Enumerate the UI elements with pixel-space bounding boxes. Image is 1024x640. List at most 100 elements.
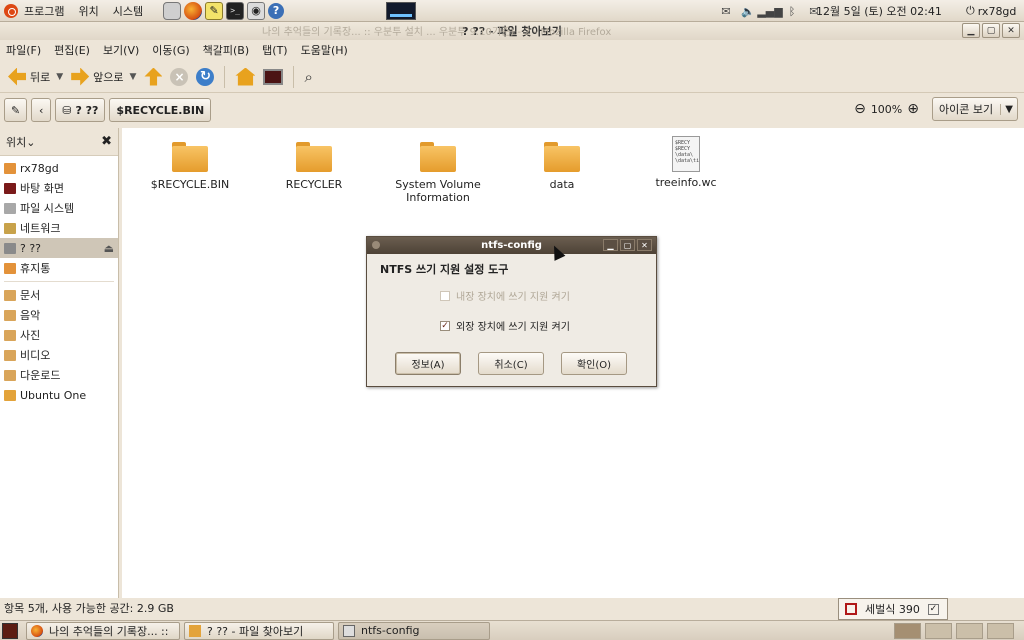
up-button[interactable] bbox=[140, 64, 166, 90]
workspace-2[interactable] bbox=[925, 623, 952, 639]
volume-icon[interactable]: 🔈 bbox=[741, 4, 755, 18]
window-menu-icon[interactable] bbox=[372, 241, 380, 249]
reload-icon: ↻ bbox=[196, 67, 215, 86]
taskbar-item-file-browser[interactable]: ? ?? - 파일 찾아보기 bbox=[184, 621, 334, 640]
menu-places[interactable]: 위치 bbox=[78, 3, 98, 19]
minimize-icon[interactable]: ▁ bbox=[962, 23, 980, 38]
back-arrow-icon bbox=[8, 67, 26, 86]
eject-icon[interactable]: ⏏ bbox=[104, 242, 114, 255]
file-item-system-volume[interactable]: System Volume Information bbox=[378, 142, 498, 204]
menu-view[interactable]: 보기(V) bbox=[103, 42, 139, 58]
sidebar-item-downloads[interactable]: 다운로드 bbox=[0, 365, 118, 385]
firefox-icon[interactable] bbox=[184, 1, 203, 20]
signal-icon[interactable]: ▂▄▆ bbox=[757, 4, 782, 18]
taskbar-item-firefox[interactable]: 나의 추억들의 기록장... :: bbox=[26, 621, 180, 640]
workspace-4[interactable] bbox=[987, 623, 1014, 639]
workspace-3[interactable] bbox=[956, 623, 983, 639]
zoom-in-icon[interactable]: ⊕ bbox=[907, 101, 919, 117]
back-button[interactable]: 뒤로 ▼ bbox=[4, 64, 67, 90]
taskbar-label: ? ?? - 파일 찾아보기 bbox=[207, 624, 304, 638]
forward-arrow-icon bbox=[71, 67, 90, 86]
ok-button[interactable]: 확인(O) bbox=[561, 352, 627, 375]
workspace-1[interactable] bbox=[894, 623, 921, 639]
sidebar-item-pictures[interactable]: 사진 bbox=[0, 325, 118, 345]
dialog-title-bar[interactable]: ntfs-config ▁ ▢ ✕ bbox=[367, 237, 656, 254]
menu-applications[interactable]: 프로그램 bbox=[24, 3, 64, 19]
chevron-down-icon: ▼ bbox=[1000, 103, 1013, 115]
clock[interactable]: 12월 5일 (토) 오전 02:41 bbox=[816, 0, 942, 22]
file-item-treeinfo[interactable]: $RECY $RECY \data\ \data\ti treeinfo.wc bbox=[626, 136, 746, 189]
ubuntu-logo-icon[interactable] bbox=[4, 3, 18, 18]
email-icon[interactable]: ✉ bbox=[719, 4, 733, 18]
input-method-indicator[interactable]: 세벌식 390 ✓ bbox=[838, 598, 948, 620]
computer-button[interactable] bbox=[259, 64, 287, 90]
menu-help[interactable]: 도움말(H) bbox=[301, 42, 348, 58]
sidebar-item-music[interactable]: 음악 bbox=[0, 305, 118, 325]
file-item-recycler[interactable]: RECYCLER bbox=[254, 142, 374, 191]
path-button-drive[interactable]: ⛁ ? ?? bbox=[55, 98, 106, 122]
sidebar-mode-select[interactable]: 위치⌄ bbox=[6, 134, 35, 150]
zoom-out-icon[interactable]: ⊖ bbox=[854, 101, 866, 117]
checkmark-icon[interactable]: ✓ bbox=[927, 603, 939, 615]
help-icon[interactable]: ? bbox=[268, 2, 285, 19]
menu-edit[interactable]: 편집(E) bbox=[54, 42, 90, 58]
dialog-title: ntfs-config bbox=[481, 240, 542, 251]
maximize-icon[interactable]: ▢ bbox=[620, 239, 635, 251]
menu-go[interactable]: 이동(G) bbox=[152, 42, 189, 58]
chevron-down-icon[interactable]: ▼ bbox=[56, 72, 63, 82]
sidebar-item-trash[interactable]: 휴지통 bbox=[0, 258, 118, 278]
file-item-recycle-bin[interactable]: $RECYCLE.BIN bbox=[130, 142, 250, 191]
cancel-button[interactable]: 취소(C) bbox=[478, 352, 544, 375]
text-editor-icon[interactable]: ✎ bbox=[205, 1, 224, 20]
minimize-icon[interactable]: ▁ bbox=[603, 239, 618, 251]
menu-system[interactable]: 시스템 bbox=[113, 3, 143, 19]
folder-icon bbox=[172, 142, 208, 172]
stop-icon: × bbox=[170, 67, 189, 86]
show-desktop-icon[interactable] bbox=[2, 622, 18, 639]
menu-tabs[interactable]: 탭(T) bbox=[262, 42, 287, 58]
screenshot-icon[interactable]: ◉ bbox=[247, 1, 266, 20]
sidebar-item-videos[interactable]: 비디오 bbox=[0, 345, 118, 365]
sidebar-item-drive[interactable]: ? ?? ⏏ bbox=[0, 238, 118, 258]
downloads-folder-icon bbox=[4, 369, 16, 381]
power-icon: ⏻ bbox=[966, 4, 975, 17]
about-button[interactable]: 정보(A) bbox=[395, 352, 461, 375]
forward-button[interactable]: 앞으로 ▼ bbox=[67, 64, 140, 90]
close-icon[interactable]: ✕ bbox=[637, 239, 652, 251]
close-icon[interactable]: ✖ bbox=[101, 134, 112, 149]
help-icon[interactable] bbox=[163, 1, 182, 20]
clock-text: 12월 5일 (토) 오전 02:41 bbox=[816, 5, 942, 18]
menu-file[interactable]: 파일(F) bbox=[6, 42, 41, 58]
path-button-recycle[interactable]: $RECYCLE.BIN bbox=[109, 98, 212, 122]
search-button[interactable]: ⌕ bbox=[300, 64, 316, 90]
sidebar-item-label: 비디오 bbox=[20, 349, 51, 362]
stop-button[interactable]: × bbox=[166, 64, 192, 90]
sidebar-header: 위치⌄ ✖ bbox=[0, 128, 118, 156]
bluetooth-icon[interactable]: ᛒ bbox=[785, 4, 799, 18]
internal-write-checkbox: 내장 장치에 쓰기 지원 켜기 bbox=[440, 288, 570, 303]
chevron-down-icon[interactable]: ▼ bbox=[130, 72, 137, 82]
terminal-icon[interactable]: >_ bbox=[226, 1, 245, 20]
sidebar-item-home[interactable]: rx78gd bbox=[0, 158, 118, 178]
user-menu[interactable]: ⏻ rx78gd bbox=[966, 0, 1016, 22]
sidebar-item-network[interactable]: 네트워크 bbox=[0, 218, 118, 238]
file-item-data[interactable]: data bbox=[502, 142, 622, 191]
reload-button[interactable]: ↻ bbox=[192, 64, 218, 90]
taskbar-item-ntfs-config[interactable]: ntfs-config bbox=[338, 621, 490, 640]
external-write-checkbox[interactable]: ✓ 외장 장치에 쓰기 지원 켜기 bbox=[440, 318, 570, 333]
folder-icon bbox=[296, 142, 332, 172]
close-icon[interactable]: ✕ bbox=[1002, 23, 1020, 38]
edit-location-button[interactable]: ✎ bbox=[4, 98, 28, 122]
sidebar-item-ubuntu-one[interactable]: Ubuntu One bbox=[0, 385, 118, 405]
home-button[interactable] bbox=[231, 64, 259, 90]
sidebar-item-filesystem[interactable]: 파일 시스템 bbox=[0, 198, 118, 218]
path-back-button[interactable]: ‹ bbox=[31, 98, 52, 122]
system-monitor-icon[interactable] bbox=[386, 2, 416, 20]
home-folder-icon bbox=[4, 162, 16, 174]
menu-bookmarks[interactable]: 책갈피(B) bbox=[203, 42, 250, 58]
sidebar-item-documents[interactable]: 문서 bbox=[0, 285, 118, 305]
maximize-icon[interactable]: ▢ bbox=[982, 23, 1000, 38]
sidebar-item-desktop[interactable]: 바탕 화면 bbox=[0, 178, 118, 198]
view-mode-select[interactable]: 아이콘 보기 ▼ bbox=[932, 97, 1018, 121]
search-icon: ⌕ bbox=[304, 67, 313, 86]
